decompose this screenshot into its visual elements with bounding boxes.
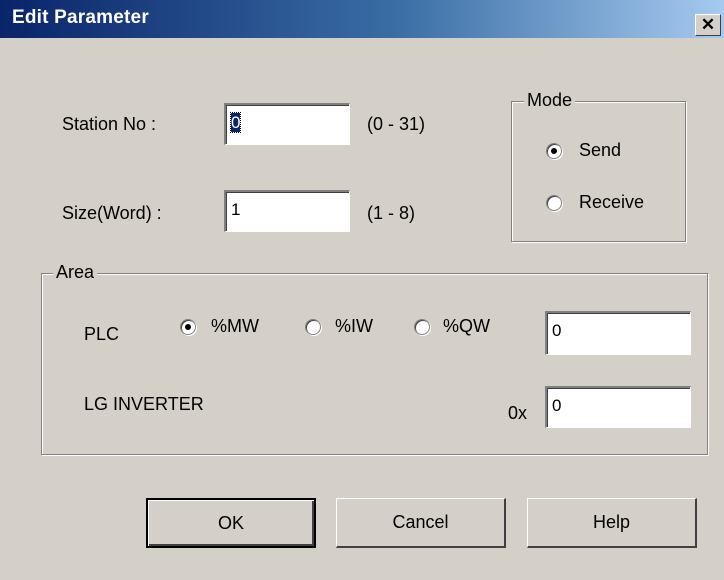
- radio-selected-dot: [185, 324, 191, 330]
- plc-qw-label[interactable]: %QW: [443, 316, 490, 337]
- title-bar[interactable]: Edit Parameter ✕: [0, 0, 724, 38]
- plc-mw-label[interactable]: %MW: [211, 316, 259, 337]
- plc-iw-radio[interactable]: [305, 319, 321, 335]
- size-word-label: Size(Word) :: [62, 203, 162, 223]
- size-word-input[interactable]: 1: [224, 190, 350, 232]
- radio-selected-dot: [551, 148, 557, 154]
- plc-address-input[interactable]: 0: [545, 311, 691, 355]
- size-word-range: (1 - 8): [367, 203, 416, 223]
- mode-group-title: Mode: [524, 90, 576, 111]
- station-no-value: 0: [229, 112, 242, 133]
- mode-send-label[interactable]: Send: [579, 140, 621, 161]
- ok-button[interactable]: OK: [146, 498, 316, 548]
- size-word-value: 1: [231, 200, 241, 219]
- mode-send-radio[interactable]: [546, 143, 562, 159]
- close-icon: ✕: [700, 15, 716, 34]
- cancel-button[interactable]: Cancel: [336, 498, 506, 548]
- station-no-range: (0 - 31): [367, 114, 426, 134]
- mode-receive-radio[interactable]: [546, 195, 562, 211]
- dialog-title: Edit Parameter: [12, 7, 149, 28]
- station-no-input[interactable]: 0: [224, 103, 350, 145]
- inverter-address-input[interactable]: 0: [545, 386, 691, 428]
- hex-prefix-label: 0x: [508, 403, 528, 423]
- plc-label: PLC: [84, 324, 120, 344]
- lg-inverter-label: LG INVERTER: [84, 394, 204, 414]
- plc-mw-radio[interactable]: [180, 319, 196, 335]
- mode-group: [511, 101, 686, 242]
- area-group-title: Area: [53, 262, 98, 283]
- plc-address-value: 0: [552, 321, 562, 340]
- help-button[interactable]: Help: [527, 498, 697, 548]
- inverter-address-value: 0: [552, 396, 562, 415]
- plc-qw-radio[interactable]: [414, 319, 430, 335]
- mode-receive-label[interactable]: Receive: [579, 192, 644, 213]
- plc-iw-label[interactable]: %IW: [335, 316, 373, 337]
- edit-parameter-dialog: Edit Parameter ✕ Station No : 0 (0 - 31)…: [0, 0, 724, 580]
- close-button[interactable]: ✕: [695, 14, 721, 36]
- station-no-label: Station No :: [62, 114, 157, 134]
